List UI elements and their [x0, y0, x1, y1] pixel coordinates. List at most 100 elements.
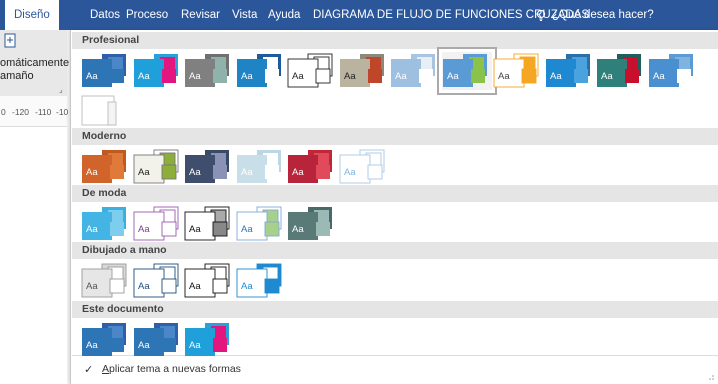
theme-sample-text: Aa — [189, 71, 201, 82]
theme-sample-text: Aa — [498, 71, 510, 82]
theme-thumbnail[interactable]: Aa — [184, 262, 234, 300]
theme-shape — [107, 101, 117, 126]
theme-shape — [110, 338, 124, 352]
tab-proceso[interactable]: Proceso — [126, 0, 168, 30]
ruler-tick: -120 — [12, 107, 30, 117]
section-header: De moda — [72, 185, 718, 202]
section-header: Profesional — [72, 32, 718, 49]
tell-me-box[interactable]: ¿Qué desea hacer? — [535, 0, 654, 30]
theme-shape — [161, 164, 176, 180]
theme-thumbnail[interactable]: Aa — [236, 148, 286, 186]
apply-theme-label-first: A — [102, 363, 110, 375]
theme-thumbnail[interactable]: Aa — [133, 205, 183, 243]
theme-thumbnail[interactable]: Aa — [236, 262, 286, 300]
autofit-label-line2[interactable]: amaño — [0, 70, 34, 82]
theme-thumbnail[interactable]: Aa — [648, 52, 698, 90]
theme-thumbnail[interactable]: Aa — [339, 148, 389, 186]
theme-shape — [161, 221, 176, 237]
theme-sample-text: Aa — [138, 167, 150, 178]
tab-diseno[interactable]: Diseño — [5, 0, 59, 30]
theme-shape — [110, 69, 124, 83]
theme-sample-text: Aa — [292, 71, 304, 82]
theme-sample-text: Aa — [86, 167, 98, 178]
autofit-icon[interactable] — [2, 32, 18, 52]
theme-preview-icon: Aa — [236, 150, 281, 183]
theme-thumbnail[interactable]: Aa — [493, 52, 543, 90]
dialog-launcher-icon[interactable]: ⌟ — [59, 85, 63, 94]
apply-theme-label-rest: plicar tema a nuevas formas — [109, 363, 241, 375]
theme-sample-text: Aa — [241, 167, 253, 178]
theme-sample-text: Aa — [292, 224, 304, 235]
theme-sample-text: Aa — [138, 224, 150, 235]
ruler-tick: -110 — [35, 107, 52, 117]
theme-sample-text: Aa — [86, 71, 98, 82]
theme-shape — [316, 165, 330, 179]
theme-shape — [521, 68, 537, 84]
theme-thumbnail[interactable]: Aa — [133, 52, 183, 90]
theme-shape — [264, 165, 279, 179]
tab-revisar[interactable]: Revisar — [181, 0, 220, 30]
theme-thumbnail[interactable]: Aa — [81, 262, 131, 300]
theme-thumbnail[interactable]: Aa — [236, 52, 286, 90]
theme-shape — [110, 165, 124, 179]
tab-ayuda[interactable]: Ayuda — [268, 0, 300, 30]
theme-sample-text: Aa — [138, 281, 150, 292]
theme-thumbnail[interactable] — [81, 93, 131, 131]
theme-shape — [419, 69, 433, 83]
theme-preview-icon: Aa — [442, 54, 487, 87]
theme-sample-text: Aa — [86, 224, 98, 235]
theme-thumbnail[interactable]: Aa — [236, 205, 286, 243]
theme-shape — [625, 69, 639, 83]
theme-preview-icon: Aa — [133, 323, 178, 356]
theme-preview-icon: Aa — [339, 54, 384, 87]
theme-preview-icon: Aa — [648, 54, 693, 87]
theme-preview-icon: Aa — [184, 263, 230, 298]
theme-shape — [213, 165, 227, 179]
theme-thumbnail[interactable]: Aa — [133, 148, 183, 186]
theme-thumbnail[interactable]: Aa — [184, 321, 234, 359]
theme-preview-icon: Aa — [82, 323, 126, 356]
theme-thumbnail[interactable]: Aa — [184, 148, 234, 186]
theme-thumbnail[interactable]: Aa — [81, 321, 131, 359]
theme-thumbnail[interactable]: Aa — [81, 52, 131, 90]
theme-preview-icon: Aa — [288, 150, 332, 183]
theme-thumbnail[interactable]: Aa — [81, 148, 131, 186]
theme-thumbnail[interactable]: Aa — [287, 205, 337, 243]
theme-thumbnail[interactable]: Aa — [339, 52, 389, 90]
checkmark-icon: ✓ — [84, 364, 94, 376]
apply-theme-new-shapes-option[interactable]: Aplicar tema a nuevas formas — [102, 363, 241, 375]
theme-thumbnail[interactable]: Aa — [390, 52, 440, 90]
theme-preview-icon: Aa — [339, 149, 384, 184]
theme-preview-icon: Aa — [236, 206, 281, 241]
theme-preview-icon: Aa — [81, 263, 127, 298]
theme-shape — [110, 222, 124, 236]
theme-thumbnail[interactable]: Aa — [184, 205, 234, 243]
theme-thumbnail[interactable]: Aa — [436, 47, 497, 95]
theme-sample-text: Aa — [344, 71, 356, 82]
theme-thumbnail[interactable]: Aa — [287, 52, 337, 90]
theme-shape — [367, 164, 382, 180]
theme-thumbnail[interactable]: Aa — [81, 205, 131, 243]
theme-preview-icon: Aa — [288, 207, 332, 240]
theme-thumbnail[interactable]: Aa — [545, 52, 595, 90]
theme-thumbnail[interactable]: Aa — [184, 52, 234, 90]
theme-thumbnail[interactable]: Aa — [133, 262, 183, 300]
theme-preview-icon: Aa — [133, 206, 178, 241]
resize-grip-icon[interactable] — [707, 373, 715, 381]
theme-shape — [264, 221, 279, 237]
ribbon-tab-bar: Diseño Datos Proceso Revisar Vista Ayuda… — [0, 0, 718, 30]
theme-shape — [212, 221, 228, 237]
theme-sample-text: Aa — [138, 71, 150, 82]
theme-thumbnail[interactable]: Aa — [596, 52, 646, 90]
tab-vista[interactable]: Vista — [232, 0, 257, 30]
theme-shape — [213, 338, 227, 352]
theme-preview-icon: Aa — [82, 207, 126, 240]
autofit-label-line1[interactable]: omáticamente — [0, 57, 69, 69]
theme-thumbnail[interactable]: Aa — [287, 148, 337, 186]
theme-preview-icon: Aa — [391, 54, 435, 87]
tab-datos[interactable]: Datos — [90, 0, 120, 30]
theme-thumbnail[interactable]: Aa — [133, 321, 183, 359]
theme-gallery: ✓ Aplicar tema a nuevas formas Profesion… — [70, 30, 718, 384]
theme-preview-icon: Aa — [597, 54, 641, 87]
theme-sample-text: Aa — [550, 71, 562, 82]
